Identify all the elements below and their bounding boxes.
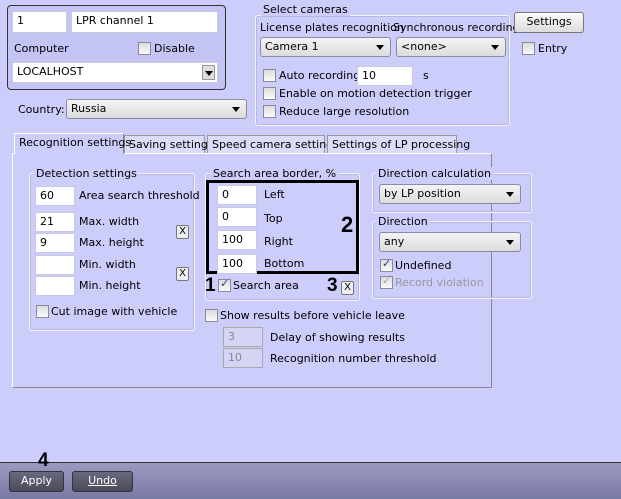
undefined-label: Undefined <box>395 259 452 272</box>
annotation-4: 4 <box>38 450 49 471</box>
motion-trigger-label: Enable on motion detection trigger <box>279 87 472 100</box>
area-search-threshold-label: Area search threshold <box>79 189 200 202</box>
channel-name-field[interactable]: LPR channel 1 <box>71 11 218 33</box>
chevron-down-icon <box>232 107 240 112</box>
clear-max-size-button[interactable]: X <box>176 225 189 239</box>
clear-min-size-button[interactable]: X <box>176 267 189 281</box>
clear-search-area-button[interactable]: X <box>341 281 354 295</box>
chevron-down-icon <box>376 45 384 50</box>
tab-recognition-settings[interactable]: Recognition settings <box>14 133 131 154</box>
lpr-camera-label: License plates recognition <box>260 21 404 34</box>
motion-trigger-checkbox[interactable] <box>263 87 276 100</box>
show-results-checkbox[interactable] <box>205 309 218 322</box>
disable-label: Disable <box>154 42 195 55</box>
disable-checkbox[interactable] <box>138 42 151 55</box>
search-area-checkbox[interactable] <box>218 277 231 292</box>
detection-settings-legend: Detection settings <box>34 167 139 180</box>
lpr-camera-value: Camera 1 <box>265 40 319 53</box>
sync-recording-label: Synchronous recording <box>393 21 520 34</box>
entry-checkbox[interactable] <box>522 42 535 55</box>
direction-calculation-select[interactable]: by LP position <box>379 184 521 204</box>
entry-label: Entry <box>538 42 568 55</box>
undo-button[interactable]: Undo <box>72 471 133 492</box>
tab-lp-processing[interactable]: Settings of LP processing <box>327 135 470 154</box>
computer-value: LOCALHOST <box>17 65 84 78</box>
computer-label: Computer <box>14 42 69 55</box>
direction-select[interactable]: any <box>379 232 521 252</box>
delay-label: Delay of showing results <box>270 331 405 344</box>
annotation-1: 1 <box>205 275 216 296</box>
channel-id-field[interactable]: 1 <box>12 11 67 33</box>
show-results-label: Show results before vehicle leave <box>220 309 405 322</box>
top-border-label: Top <box>264 212 283 225</box>
right-border-label: Right <box>264 235 293 248</box>
direction-calculation-legend: Direction calculation <box>376 167 493 180</box>
country-value: Russia <box>71 102 107 115</box>
max-height-label: Max. height <box>79 236 144 249</box>
left-border-label: Left <box>264 188 285 201</box>
tab-speed-camera-settings[interactable]: Speed camera settings <box>207 135 339 154</box>
max-width-label: Max. width <box>79 215 140 228</box>
chevron-down-icon <box>506 192 514 197</box>
min-width-field[interactable] <box>35 255 75 275</box>
min-width-label: Min. width <box>79 258 136 271</box>
direction-calculation-value: by LP position <box>384 187 461 200</box>
sync-recording-select[interactable]: <none> <box>396 37 506 57</box>
right-border-field[interactable]: 100 <box>217 230 257 250</box>
chevron-down-icon <box>491 45 499 50</box>
annotation-3: 3 <box>327 275 338 296</box>
country-select[interactable]: Russia <box>66 99 247 119</box>
search-area-label: Search area <box>233 279 299 292</box>
record-violation-checkbox[interactable] <box>380 274 393 289</box>
top-border-field[interactable]: 0 <box>217 207 257 227</box>
cut-image-label: Cut image with vehicle <box>51 305 178 318</box>
bottom-border-field[interactable]: 100 <box>217 254 257 274</box>
max-height-field[interactable]: 9 <box>35 233 75 253</box>
seconds-label: s <box>423 69 429 82</box>
area-search-threshold-field[interactable]: 60 <box>35 186 75 206</box>
auto-recording-label: Auto recording <box>279 69 361 82</box>
annotation-2: 2 <box>341 212 354 237</box>
delay-field[interactable]: 3 <box>223 327 263 347</box>
reduce-resolution-checkbox[interactable] <box>263 105 276 118</box>
recognition-threshold-field[interactable]: 10 <box>223 348 263 368</box>
chevron-down-icon <box>202 65 215 80</box>
apply-button[interactable]: Apply <box>9 471 64 492</box>
min-height-field[interactable] <box>35 276 75 296</box>
settings-button[interactable]: Settings <box>514 12 584 33</box>
select-cameras-legend: Select cameras <box>261 3 350 16</box>
auto-recording-checkbox[interactable] <box>263 69 276 82</box>
country-label: Country: <box>18 103 65 116</box>
search-area-legend: Search area border, % <box>211 167 339 180</box>
recognition-threshold-label: Recognition number threshold <box>270 352 437 365</box>
sync-recording-value: <none> <box>401 40 447 53</box>
computer-select[interactable]: LOCALHOST <box>12 62 218 83</box>
reduce-resolution-label: Reduce large resolution <box>279 105 410 118</box>
chevron-down-icon <box>506 240 514 245</box>
direction-legend: Direction <box>376 215 430 228</box>
max-width-field[interactable]: 21 <box>35 212 75 232</box>
record-violation-label: Record violation <box>395 276 484 289</box>
cut-image-checkbox[interactable] <box>36 305 49 318</box>
lpr-camera-select[interactable]: Camera 1 <box>260 37 391 57</box>
auto-recording-seconds-field[interactable]: 10 <box>357 66 413 86</box>
tab-saving-settings[interactable]: Saving settings <box>124 135 214 154</box>
bottom-border-label: Bottom <box>264 257 305 270</box>
min-height-label: Min. height <box>79 279 141 292</box>
undefined-checkbox[interactable] <box>380 257 393 272</box>
direction-value: any <box>384 235 405 248</box>
left-border-field[interactable]: 0 <box>217 185 257 205</box>
